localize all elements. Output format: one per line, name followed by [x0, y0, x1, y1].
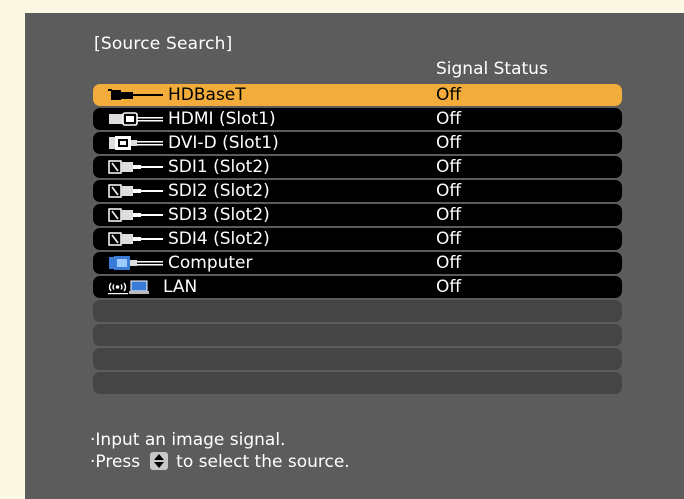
source-name: HDMI (Slot1) — [168, 109, 276, 129]
source-row-computer[interactable]: Computer Off — [93, 252, 622, 274]
empty-row — [93, 348, 622, 370]
source-name: SDI3 (Slot2) — [168, 205, 270, 225]
help-select-label: to select the source. — [176, 452, 350, 472]
source-status: Off — [436, 253, 462, 273]
source-name: SDI1 (Slot2) — [168, 157, 270, 177]
source-status: Off — [436, 181, 462, 201]
help-press-label: ·Press — [90, 452, 141, 472]
source-status: Off — [436, 85, 462, 105]
help-line-press: ·Press to select the source. — [90, 451, 350, 473]
sdi-icon — [108, 184, 163, 198]
source-status: Off — [436, 277, 462, 297]
source-search-screen: [Source Search] Signal Status HDBaseT Of… — [25, 13, 684, 499]
source-row-sdi3[interactable]: SDI3 (Slot2) Off — [93, 204, 622, 226]
lan-icon — [108, 280, 149, 295]
sdi-icon — [108, 208, 163, 222]
source-status: Off — [436, 205, 462, 225]
empty-row — [93, 372, 622, 394]
empty-row — [93, 324, 622, 346]
source-name: HDBaseT — [168, 85, 246, 105]
source-row-sdi2[interactable]: SDI2 (Slot2) Off — [93, 180, 622, 202]
sdi-icon — [108, 160, 163, 174]
sdi-icon — [108, 232, 163, 246]
source-name: SDI2 (Slot2) — [168, 181, 270, 201]
hdbaset-icon — [108, 89, 163, 100]
source-name: Computer — [168, 253, 253, 273]
help-line-input: ·Input an image signal. — [90, 430, 286, 450]
help-text: ·Input an image signal. ·Press to select … — [90, 429, 350, 473]
source-name: LAN — [163, 277, 198, 297]
source-row-hdbaset[interactable]: HDBaseT Off — [93, 84, 622, 106]
source-row-hdmi[interactable]: HDMI (Slot1) Off — [93, 108, 622, 130]
source-row-sdi4[interactable]: SDI4 (Slot2) Off — [93, 228, 622, 250]
computer-icon — [109, 256, 163, 270]
source-status: Off — [436, 157, 462, 177]
source-status: Off — [436, 133, 462, 153]
source-name: DVI-D (Slot1) — [168, 133, 279, 153]
source-row-lan[interactable]: LAN Off — [93, 276, 622, 298]
source-list: HDBaseT Off HDMI (Slot1) Off DVI-D (Slot… — [93, 84, 622, 396]
up-down-arrow-icon — [150, 452, 169, 470]
source-row-sdi1[interactable]: SDI1 (Slot2) Off — [93, 156, 622, 178]
hdmi-icon — [109, 112, 163, 126]
dialog-title: [Source Search] — [94, 34, 233, 54]
dvi-icon — [109, 136, 163, 150]
source-status: Off — [436, 109, 462, 129]
empty-row — [93, 300, 622, 322]
signal-status-header: Signal Status — [436, 59, 548, 79]
source-status: Off — [436, 229, 462, 249]
source-name: SDI4 (Slot2) — [168, 229, 270, 249]
source-row-dvi-d[interactable]: DVI-D (Slot1) Off — [93, 132, 622, 154]
